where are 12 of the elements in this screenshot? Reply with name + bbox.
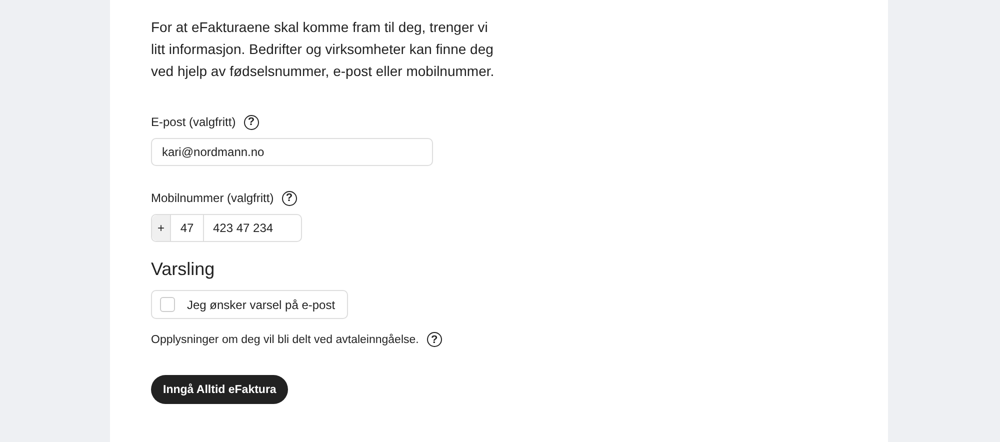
checkbox-label: Jeg ønsker varsel på e-post — [187, 298, 336, 312]
section-heading: Varsling — [151, 259, 216, 280]
consent-text: Opplysninger om deg vil bli delt ved avtaleinngåelse. — [151, 334, 419, 346]
intro-paragraph: For at eFakturaene skal komme fram til deg, trenger vi litt informasjon. Bedrifter og virksomheter kan finne deg ved hjelp av fødselsnummer, e-post eller mobilnummer. — [151, 18, 496, 81]
checkbox[interactable] — [160, 297, 175, 312]
help-icon[interactable]: ? — [426, 332, 442, 347]
field-label: Mobilnummer (valgfritt) — [151, 191, 274, 205]
email-field[interactable]: kari@nordmann.no — [151, 138, 433, 166]
help-icon[interactable]: ? — [282, 190, 297, 206]
help-icon[interactable]: ? — [244, 114, 259, 130]
submit-button[interactable]: Inngå Alltid eFaktura — [151, 375, 288, 404]
field-label: E-post (valgfritt) — [151, 115, 236, 129]
